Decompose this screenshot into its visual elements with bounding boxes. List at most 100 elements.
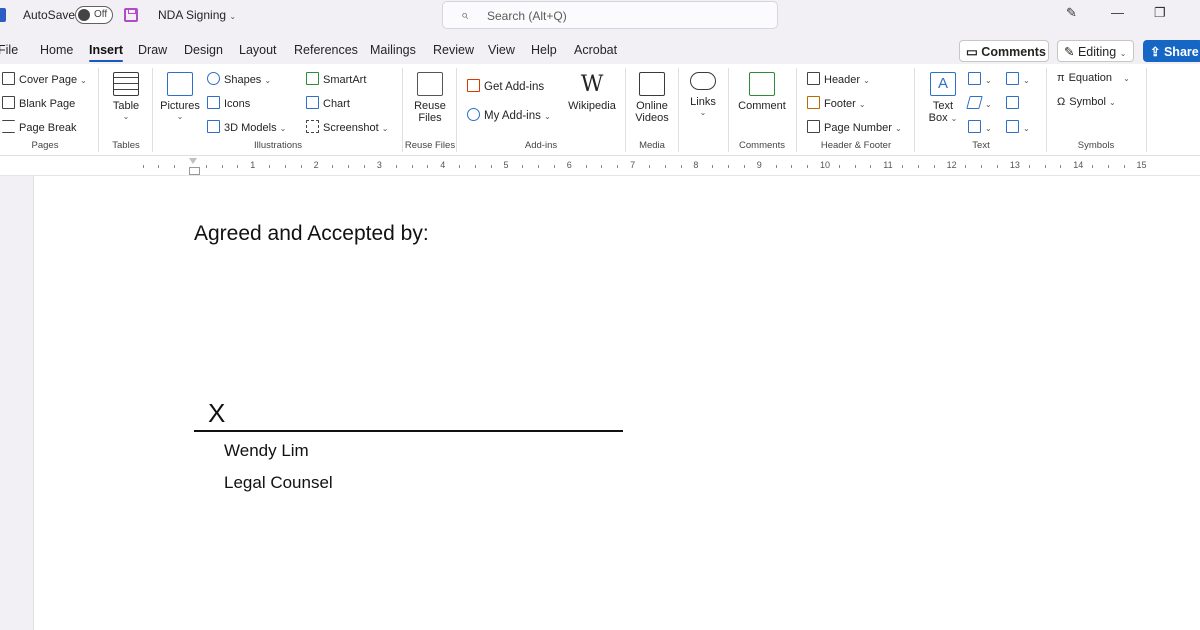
ruler-tick xyxy=(1060,165,1062,168)
ruler-tick xyxy=(854,165,856,168)
ribbon-separator xyxy=(625,68,626,152)
ruler-tick xyxy=(1092,165,1094,168)
autosave-toggle[interactable]: Off xyxy=(75,6,113,24)
tab-design[interactable]: Design xyxy=(184,43,223,57)
online-video-icon xyxy=(639,72,665,96)
horizontal-ruler[interactable]: 1 2 3 4 5 6 7 8 9 10 11 12 13 14 15 xyxy=(0,156,1200,176)
ribbon-separator xyxy=(728,68,729,152)
tab-draw[interactable]: Draw xyxy=(138,43,167,57)
picture-icon xyxy=(167,72,193,96)
object-button[interactable]: ⌄ xyxy=(1006,120,1030,134)
symbol-button[interactable]: Ω Symbol ⌄ xyxy=(1057,96,1116,108)
tab-insert[interactable]: Insert xyxy=(89,43,124,62)
tab-layout[interactable]: Layout xyxy=(239,43,277,57)
reuse-files-button[interactable]: Reuse Files xyxy=(410,72,450,124)
group-label-addins: Add-ins xyxy=(524,140,558,151)
links-button[interactable]: Links ⌄ xyxy=(684,72,722,117)
screenshot-button[interactable]: Screenshot ⌄ xyxy=(306,120,388,134)
drop-cap-button[interactable]: ⌄ xyxy=(968,120,992,134)
online-videos-button[interactable]: Online Videos xyxy=(632,72,672,124)
title-bar: AutoSave Off NDA Signing ⌄ ⌕ Search (Alt… xyxy=(0,0,1200,32)
chart-button[interactable]: Chart xyxy=(306,96,350,110)
blank-page-button[interactable]: Blank Page xyxy=(2,96,75,110)
tab-home[interactable]: Home xyxy=(40,43,73,57)
group-label-pages: Pages xyxy=(31,140,59,151)
pictures-button[interactable]: Pictures ⌄ xyxy=(158,72,202,121)
document-title[interactable]: NDA Signing ⌄ xyxy=(158,8,236,22)
tab-references[interactable]: References xyxy=(294,43,358,57)
toggle-knob xyxy=(78,9,90,21)
minimize-icon[interactable]: — xyxy=(1111,5,1124,20)
date-time-button[interactable] xyxy=(1006,96,1023,110)
new-comment-icon xyxy=(749,72,775,96)
group-label-text: Text xyxy=(972,140,990,151)
ruler-tick xyxy=(1123,165,1125,168)
ruler-tick xyxy=(411,165,413,168)
3d-models-button[interactable]: 3D Models ⌄ xyxy=(207,120,286,134)
group-label-comments: Comments xyxy=(739,140,785,151)
tab-mailings[interactable]: Mailings xyxy=(370,43,416,57)
tab-view[interactable]: View xyxy=(488,43,515,57)
quick-parts-button[interactable]: ⌄ xyxy=(968,72,992,86)
my-addins-button[interactable]: My Add-ins ⌄ xyxy=(467,108,551,122)
ribbon-separator xyxy=(678,68,679,152)
ruler-tick xyxy=(158,165,160,168)
ruler-tick xyxy=(775,165,777,168)
ruler-tick xyxy=(174,165,176,168)
tab-acrobat[interactable]: Acrobat xyxy=(574,43,617,57)
comment-bubble-icon: ▭ xyxy=(966,45,978,59)
word-logo-icon xyxy=(0,8,6,22)
text-box-button[interactable]: A Text Box ⌄ xyxy=(922,72,964,124)
header-button[interactable]: Header ⌄ xyxy=(807,72,870,86)
reuse-files-icon xyxy=(417,72,443,96)
cover-page-button[interactable]: Cover Page ⌄ xyxy=(2,72,87,86)
designer-pen-icon[interactable]: ✎ xyxy=(1066,5,1077,21)
autosave-state: Off xyxy=(94,9,108,20)
wikipedia-button[interactable]: W Wikipedia xyxy=(566,72,618,112)
footer-button[interactable]: Footer ⌄ xyxy=(807,96,866,110)
tab-review[interactable]: Review xyxy=(433,43,474,57)
object-icon xyxy=(1006,120,1019,133)
restore-icon[interactable]: ❐ xyxy=(1154,5,1166,21)
group-label-header-footer: Header & Footer xyxy=(820,140,892,151)
signature-line-button[interactable]: ⌄ xyxy=(1006,72,1030,86)
table-grid-icon xyxy=(113,72,139,96)
quick-parts-icon xyxy=(968,72,981,85)
ruler-tick xyxy=(474,165,476,168)
get-addins-button[interactable]: Get Add-ins xyxy=(467,79,544,93)
share-button[interactable]: ⇪ Share xyxy=(1143,40,1200,62)
indent-marker[interactable] xyxy=(189,158,200,175)
drop-cap-icon xyxy=(968,120,981,133)
ruler-tick xyxy=(490,165,492,168)
equation-button[interactable]: π Equation ⌄ xyxy=(1057,72,1130,84)
ruler-tick xyxy=(601,165,603,168)
shapes-button[interactable]: Shapes ⌄ xyxy=(207,72,271,86)
ruler-tick xyxy=(364,165,366,168)
ruler-tick xyxy=(395,165,397,168)
comments-button[interactable]: ▭ Comments xyxy=(959,40,1049,62)
tab-file[interactable]: File xyxy=(0,43,18,57)
tab-help[interactable]: Help xyxy=(531,43,557,57)
ruler-number: 15 xyxy=(1136,160,1147,170)
search-box[interactable]: ⌕ Search (Alt+Q) xyxy=(442,1,778,29)
ruler-tick xyxy=(981,165,983,168)
save-icon[interactable] xyxy=(124,8,138,22)
group-label-media: Media xyxy=(639,140,665,151)
group-label-illustrations: Illustrations xyxy=(253,140,303,151)
editing-mode-button[interactable]: ✎ Editing ⌄ xyxy=(1057,40,1134,62)
pi-icon: π xyxy=(1057,72,1065,84)
store-grid-icon xyxy=(467,79,480,92)
signature-line-icon xyxy=(1006,72,1019,85)
autosave-label: AutoSave xyxy=(23,8,76,22)
wordart-button[interactable]: ⌄ xyxy=(966,96,992,110)
table-button[interactable]: Table ⌄ xyxy=(108,72,144,121)
insert-comment-button[interactable]: Comment xyxy=(734,72,790,112)
smartart-button[interactable]: SmartArt xyxy=(306,72,366,86)
ruler-number: 2 xyxy=(313,160,319,170)
page-break-button[interactable]: Page Break xyxy=(2,120,76,134)
ruler-tick xyxy=(807,165,809,168)
page-number-button[interactable]: Page Number ⌄ xyxy=(807,120,902,134)
signature-line[interactable] xyxy=(194,430,623,432)
icons-button[interactable]: Icons xyxy=(207,96,250,110)
footer-icon xyxy=(807,96,820,109)
